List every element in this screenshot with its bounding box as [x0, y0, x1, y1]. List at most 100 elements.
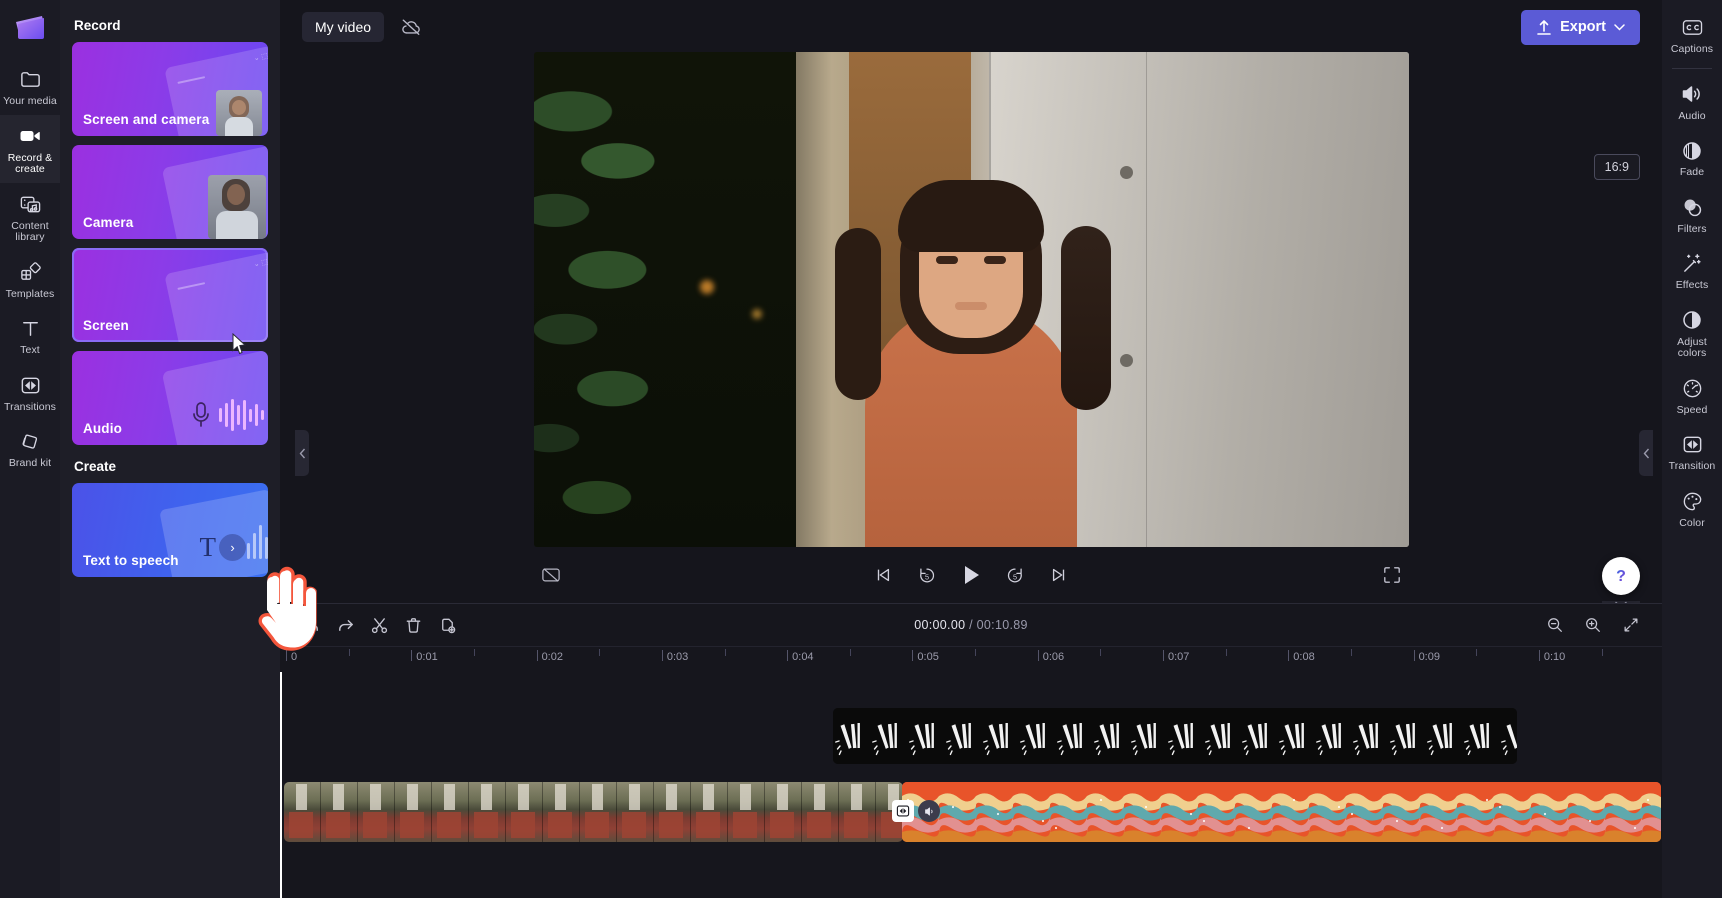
sidebar-item-text[interactable]: Text — [0, 307, 60, 364]
sidebar-label: Text — [20, 344, 40, 356]
property-item-adjust-colors[interactable]: Adjust colors — [1662, 299, 1722, 367]
skip-to-start-button[interactable] — [866, 558, 900, 592]
video-camera-icon — [18, 124, 43, 149]
fit-to-screen-icon — [1624, 618, 1638, 632]
project-title-input[interactable]: My video — [302, 12, 385, 42]
player-controls: 5 5 — [534, 547, 1409, 603]
record-card-screen[interactable]: ⌄ ⬚ Screen — [72, 248, 268, 342]
collapse-right-panel-handle[interactable] — [1639, 430, 1653, 476]
create-card-label: Text to speech — [83, 553, 179, 568]
play-button[interactable] — [954, 558, 988, 592]
timeline-tracks — [280, 672, 1662, 898]
play-icon — [965, 566, 979, 584]
sidebar-item-content-library[interactable]: Content library — [0, 183, 60, 251]
duplicate-button[interactable] — [430, 610, 464, 640]
forward-5s-button[interactable]: 5 — [998, 558, 1032, 592]
main-area: My video Export 16:9 5 5 ? 00:00.00 / 00… — [280, 0, 1662, 898]
contrast-icon — [1680, 308, 1705, 333]
property-label: Transition — [1668, 460, 1716, 472]
zoom-in-icon — [1586, 618, 1600, 632]
divider — [1672, 67, 1712, 69]
skip-to-end-icon — [1052, 568, 1065, 582]
property-item-captions[interactable]: Captions — [1662, 6, 1722, 63]
sidebar-label: Content library — [11, 219, 49, 243]
skip-to-start-icon — [877, 568, 890, 582]
audio-waveform-clip[interactable] — [832, 708, 1517, 764]
content-library-icon — [18, 192, 43, 217]
skip-to-end-button[interactable] — [1042, 558, 1076, 592]
property-label: Fade — [1679, 166, 1705, 178]
sidebar-item-record-create[interactable]: Record & create — [0, 114, 60, 183]
property-label: Filters — [1677, 222, 1707, 235]
forward-5-icon: 5 — [1007, 568, 1022, 583]
aspect-ratio-badge[interactable]: 16:9 — [1593, 154, 1640, 180]
fullscreen-button[interactable] — [1375, 558, 1409, 592]
record-card-camera[interactable]: Camera — [72, 145, 268, 239]
camera-art — [161, 145, 268, 239]
scissors-icon — [371, 617, 387, 633]
question-mark-icon: ? — [1616, 568, 1626, 585]
undo-button[interactable] — [294, 610, 328, 640]
split-button[interactable] — [362, 610, 396, 640]
captions-off-icon[interactable] — [534, 558, 568, 592]
time-readout: 00:00.00 / 00:10.89 — [914, 618, 1027, 632]
playhead[interactable] — [280, 672, 282, 898]
audio-thumbnail-strip — [832, 708, 1517, 764]
app-logo[interactable] — [12, 10, 48, 44]
collapse-left-panel-handle[interactable] — [295, 430, 309, 476]
record-card-screen-and-camera[interactable]: ⌄ ⬚ Screen and camera — [72, 42, 268, 136]
record-create-panel: Record ⌄ ⬚ Screen and camera Camera ⌄ ⬚ … — [60, 0, 280, 898]
left-rail: Your media Record & create Content libra… — [0, 0, 60, 898]
zoom-in-button[interactable] — [1576, 610, 1610, 640]
sidebar-label: Transitions — [3, 400, 57, 413]
sidebar-item-transitions[interactable]: Transitions — [0, 364, 60, 421]
palette-icon — [1680, 489, 1705, 514]
delete-button[interactable] — [396, 610, 430, 640]
sidebar-item-brand-kit[interactable]: Brand kit — [0, 420, 60, 477]
redo-button[interactable] — [328, 610, 362, 640]
transition-icon — [897, 805, 910, 817]
time-separator: / — [969, 618, 973, 632]
video-clip-2[interactable] — [901, 782, 1661, 842]
help-button[interactable]: ? — [1602, 557, 1640, 595]
property-item-filters[interactable]: Filters — [1662, 186, 1722, 243]
sidebar-item-your-media[interactable]: Your media — [0, 58, 60, 115]
property-item-speed[interactable]: Speed — [1662, 367, 1722, 424]
clip-transition-badge[interactable] — [892, 800, 915, 822]
record-card-label: Audio — [83, 421, 122, 436]
property-item-transition[interactable]: Transition — [1662, 423, 1722, 480]
chevron-right-icon[interactable]: › — [219, 534, 246, 561]
templates-icon — [18, 260, 43, 285]
folder-icon — [18, 67, 43, 92]
redo-icon — [338, 619, 353, 631]
svg-text:?: ? — [1616, 568, 1626, 585]
property-item-effects[interactable]: Effects — [1662, 242, 1722, 299]
trash-icon — [406, 617, 420, 633]
text-t-icon — [18, 316, 43, 341]
property-item-color[interactable]: Color — [1662, 480, 1722, 537]
sidebar-item-templates[interactable]: Templates — [0, 251, 60, 308]
video-preview[interactable] — [533, 52, 1409, 547]
property-label: Captions — [1670, 43, 1714, 55]
transition-icon — [1680, 432, 1705, 457]
closed-captions-icon — [1680, 15, 1705, 40]
speaker-icon — [925, 806, 933, 816]
timeline-zoom-controls — [1538, 610, 1648, 640]
record-card-audio[interactable]: Audio — [72, 351, 268, 445]
cloud-off-icon[interactable] — [394, 11, 428, 43]
create-card-text-to-speech[interactable]: T › Text to speech — [72, 483, 268, 577]
export-button[interactable]: Export — [1521, 9, 1640, 45]
property-item-fade[interactable]: Fade — [1662, 129, 1722, 186]
effects-wand-icon — [1680, 251, 1705, 276]
clipchamp-app: Your media Record & create Content libra… — [0, 0, 1722, 898]
property-item-audio[interactable]: Audio — [1662, 73, 1722, 130]
rewind-5s-button[interactable]: 5 — [910, 558, 944, 592]
timeline-ruler[interactable]: 0 0:01 0:02 0:03 0:04 0:05 0:06 0:07 0:08 0:09 0:1… — [280, 646, 1662, 672]
zoom-out-button[interactable] — [1538, 610, 1572, 640]
video-clip-1[interactable] — [284, 782, 904, 842]
speaker-icon — [1680, 82, 1705, 107]
fit-to-screen-button[interactable] — [1614, 610, 1648, 640]
create-heading: Create — [74, 459, 117, 474]
undo-icon — [303, 619, 318, 631]
video-thumbnail-strip — [284, 782, 904, 842]
